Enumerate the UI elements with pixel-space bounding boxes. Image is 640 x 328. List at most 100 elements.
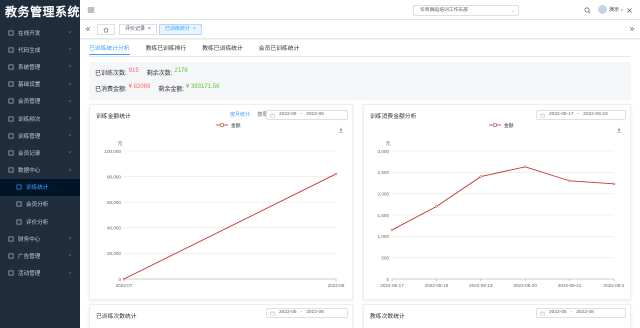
close-icon[interactable]: × (148, 26, 151, 32)
hamburger-icon[interactable] (87, 6, 95, 14)
chevron-down-icon (511, 10, 515, 13)
sidebar-item[interactable]: 训练频次 (0, 110, 80, 127)
sidebar-menu: 在线开发 代码生成 系统管理 基础设置 会员管理 训练频次 训练管理 会员记录 数据中心 训练统计… (0, 24, 80, 282)
stats-summary: 已训练次数: 915 剩余次数: 2176 已消费金额: ¥ 82069 剩余金… (89, 62, 631, 100)
tab-evaluation-records[interactable]: 评价记录 × (119, 24, 157, 35)
sidebar-item[interactable]: 训练管理 (0, 127, 80, 144)
training-amount-chart: 0 20,000 40,000 60,000 80,000 100,000 元 金额 2022-… (104, 122, 345, 288)
subtab-training-analysis[interactable]: 已训练统计分析 (89, 43, 130, 55)
toggle-by-month[interactable]: 按月统计 (230, 112, 250, 118)
x-tick-label: 2022-08 (328, 283, 345, 288)
chevron-down-icon (68, 65, 72, 68)
sidebar-item-label: 评价分析 (26, 219, 49, 226)
sidebar-item[interactable]: 系统管理 (0, 58, 80, 75)
subtab-member-stats[interactable]: 会员已训练统计 (259, 43, 300, 55)
main-content: 已训练统计分析 教练已训练排行 教练已训练统计 会员已训练统计 已训练次数: 9… (80, 40, 640, 328)
chevron-up-icon (68, 168, 72, 171)
date-end: 2022-08 (306, 310, 324, 315)
date-start: 2022-05 (279, 310, 297, 315)
subtab-coach-ranking[interactable]: 教练已训练排行 (146, 43, 187, 55)
legend-marker (492, 122, 498, 128)
close-icon[interactable] (626, 7, 633, 14)
card-title: 教练次数统计 (370, 314, 405, 320)
y-tick-label: 3,000 (378, 149, 390, 154)
subtab-coach-stats[interactable]: 教练已训练统计 (202, 43, 243, 55)
date-start: 2022-08-17 (549, 112, 574, 117)
tab-home[interactable] (97, 24, 115, 35)
sidebar-item[interactable]: 代码生成 (0, 41, 80, 58)
menu-icon (16, 219, 22, 225)
sidebar-item-label: 财务中心 (18, 236, 41, 243)
month-range-picker[interactable]: 2022-05 - 2022-08 (536, 308, 626, 318)
calendar-icon (270, 113, 275, 118)
series-line (391, 166, 615, 231)
sidebar-item-label: 训练管理 (18, 133, 41, 140)
chevron-down-icon (68, 117, 72, 119)
tab-training-stats[interactable]: 已训练统计 × (159, 24, 202, 35)
search-icon[interactable] (584, 7, 591, 14)
sidebar-item[interactable]: 会员管理 (0, 93, 80, 110)
sidebar-item[interactable]: 数据中心 (0, 162, 80, 179)
date-end: 2022-08 (576, 310, 594, 315)
stats-subtabs: 已训练统计分析 教练已训练排行 教练已训练统计 会员已训练统计 (89, 43, 315, 55)
data-point (568, 179, 571, 183)
sidebar: 教务管理系统 在线开发 代码生成 系统管理 基础设置 会员管理 训练频次 训练管理 会员记录数… (0, 0, 80, 328)
menu-icon (8, 150, 14, 156)
sidebar-subitem[interactable]: 会员分析 (0, 195, 80, 214)
trained-count-label: 已训练次数: (95, 71, 127, 77)
y-tick-label: 60,000 (107, 200, 121, 205)
menu-icon (8, 47, 14, 53)
tab-label: 评价记录 (125, 26, 146, 32)
y-tick-label: 0 (118, 277, 121, 282)
date-end: 2022-08-23 (583, 112, 608, 117)
menu-icon (8, 81, 14, 87)
user-name: 演示 (609, 7, 620, 13)
date-end: 2022-08 (306, 112, 324, 117)
sidebar-item[interactable]: 活动管理 (0, 265, 80, 282)
calendar-icon (270, 311, 275, 316)
menu-icon (8, 116, 14, 121)
sidebar-item-label: 活动管理 (18, 271, 41, 278)
home-icon (103, 27, 109, 32)
sidebar-subitem[interactable]: 评价分析 (0, 213, 80, 231)
data-point (122, 277, 126, 281)
chevron-down-icon (68, 48, 72, 51)
sidebar-subitem[interactable]: 训练统计 (0, 178, 80, 196)
sidebar-item[interactable]: 财务中心 (0, 230, 80, 247)
double-chevron-right-icon[interactable] (629, 26, 635, 32)
menu-icon (8, 236, 14, 242)
remaining-count-value: 2176 (174, 68, 188, 74)
legend-label: 金额 (504, 122, 514, 129)
card-trained-count: 已训练次数统计 2022-05 - 2022-08 (89, 304, 353, 328)
sidebar-item[interactable]: 会员记录 (0, 144, 80, 161)
sidebar-item-label: 代码生成 (18, 47, 41, 54)
date-start: 2022-05 (549, 310, 567, 315)
data-point (612, 182, 616, 186)
close-icon[interactable]: × (193, 26, 196, 32)
stats-row-amounts: 已消费金额: ¥ 82069 剩余金额: ¥ 393171.56 (95, 84, 219, 93)
date-separator: - (577, 112, 580, 117)
month-range-picker[interactable]: 2022-06 - 2022-08 (266, 110, 348, 120)
legend-marker (219, 122, 225, 128)
tab-label: 已训练统计 (165, 26, 191, 32)
tags-view: 评价记录 × 已训练统计 × (80, 20, 640, 39)
date-start: 2022-06 (279, 112, 297, 117)
user-menu[interactable]: 演示 (598, 5, 624, 14)
sidebar-item[interactable]: 广告管理 (0, 247, 80, 264)
sidebar-submenu: 训练统计会员分析评价分析 (0, 178, 80, 231)
menu-icon (8, 167, 14, 173)
remaining-count-label: 剩余次数: (146, 71, 173, 77)
y-tick-label: 100,000 (104, 149, 121, 154)
y-tick-label: 2,500 (378, 170, 390, 175)
org-select[interactable]: 华青舞蹈培训工作乐部 (413, 5, 519, 16)
sidebar-item[interactable]: 基础设置 (0, 76, 80, 93)
sidebar-item-label: 会员分析 (26, 202, 49, 209)
chevron-down-icon (68, 254, 72, 257)
sidebar-item[interactable]: 在线开发 (0, 24, 80, 41)
double-chevron-left-icon[interactable] (85, 26, 91, 32)
y-tick-label: 2,000 (378, 191, 390, 196)
date-range-picker[interactable]: 2022-08-17 - 2022-08-23 (536, 110, 626, 120)
sidebar-item-label: 训练统计 (26, 185, 49, 192)
sidebar-item-label: 在线开发 (18, 30, 41, 37)
month-range-picker[interactable]: 2022-05 - 2022-08 (266, 308, 348, 318)
